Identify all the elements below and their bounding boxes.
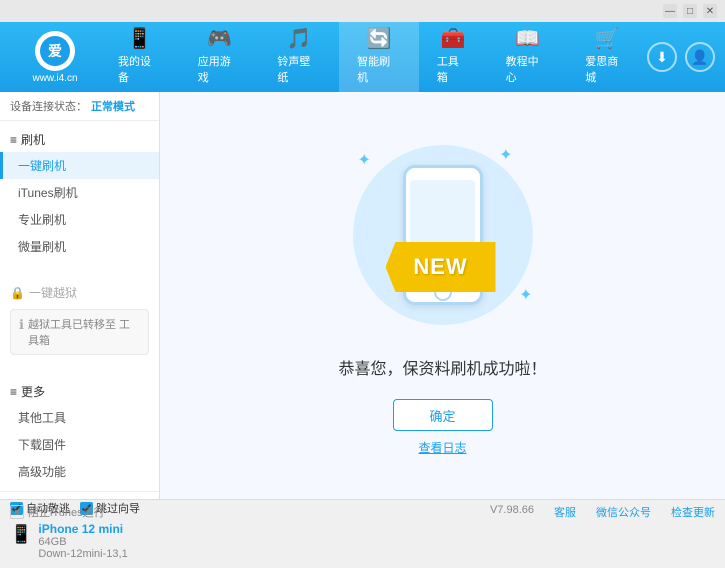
title-bar: — □ ✕ (0, 0, 725, 22)
logo-inner: 爱 (40, 36, 70, 66)
sparkle-3: ✦ (519, 285, 532, 305)
sidebar-item-one-key-flash[interactable]: 一键刷机 (0, 152, 159, 179)
jailbreak-note: ℹ 越狱工具已转移至 工具箱 (10, 309, 149, 355)
nav-tutorial-label: 教程中心 (506, 53, 550, 85)
smart-flash-icon: 🔄 (367, 29, 392, 49)
nav-my-device[interactable]: 📱 我的设备 (100, 22, 180, 92)
more-section-icon: ≡ (10, 385, 17, 399)
footer-left: ■ 阻止iTunes运行 (10, 504, 105, 520)
logo-icon: 爱 (35, 31, 75, 71)
jailbreak-section-header: 🔒 一键越狱 (0, 280, 159, 305)
sidebar-item-pro-flash[interactable]: 专业刷机 (0, 206, 159, 233)
stop-itunes-control[interactable]: ■ 阻止iTunes运行 (10, 504, 105, 520)
stop-itunes-label: 阻止iTunes运行 (28, 504, 105, 520)
close-button[interactable]: ✕ (703, 4, 717, 18)
wechat-link[interactable]: 微信公众号 (596, 504, 651, 520)
device-status-bar: 设备连接状态： 正常模式 (0, 92, 159, 121)
nav-smart-flash-label: 智能刷机 (357, 53, 401, 85)
device-info: 📱 iPhone 12 mini 64GB Down-12mini-13,1 (10, 522, 149, 560)
device-name: iPhone 12 mini (38, 522, 127, 536)
device-model: Down-12mini-13,1 (38, 548, 127, 560)
account-button[interactable]: 👤 (685, 42, 715, 72)
more-section: ≡ 更多 其他工具 下载固件 高级功能 (0, 373, 159, 491)
logo: 爱 www.i4.cn (10, 31, 100, 84)
nav-toolbox[interactable]: 🧰 工具箱 (419, 22, 488, 92)
sidebar-item-other-tools[interactable]: 其他工具 (0, 404, 159, 431)
shop-icon: 🛒 (595, 29, 620, 49)
flash-section-icon: ≡ (10, 133, 17, 147)
lock-icon: 🔒 (10, 286, 25, 300)
flash-section: ≡ 刷机 一键刷机 iTunes刷机 专业刷机 微量刷机 (0, 121, 159, 266)
more-section-header: ≡ 更多 (0, 379, 159, 404)
sidebar-item-itunes-flash[interactable]: iTunes刷机 (0, 179, 159, 206)
history-link[interactable]: 查看日志 (418, 439, 466, 456)
flash-section-header: ≡ 刷机 (0, 127, 159, 152)
device-storage: 64GB (38, 536, 127, 548)
circle-background: NEW (353, 145, 533, 325)
stop-icon: ■ (10, 505, 24, 519)
status-label: 设备连接状态： (10, 98, 87, 114)
nav-app-game-label: 应用游戏 (198, 53, 242, 85)
device-details: iPhone 12 mini 64GB Down-12mini-13,1 (38, 522, 127, 560)
logo-subtext: www.i4.cn (32, 73, 77, 84)
device-phone-icon: 📱 (10, 524, 32, 545)
header-actions: ⬇ 👤 (647, 42, 715, 72)
nav-shop[interactable]: 🛒 爱思商城 (567, 22, 647, 92)
header: 爱 www.i4.cn 📱 我的设备 🎮 应用游戏 🎵 铃声壁纸 🔄 智能刷机 … (0, 22, 725, 92)
sidebar-item-download-firmware[interactable]: 下载固件 (0, 431, 159, 458)
nav-items: 📱 我的设备 🎮 应用游戏 🎵 铃声壁纸 🔄 智能刷机 🧰 工具箱 📖 教程中心… (100, 22, 647, 92)
my-device-icon: 📱 (127, 29, 152, 49)
toolbox-icon: 🧰 (441, 29, 466, 49)
version-label: V7.98.66 (490, 504, 534, 520)
nav-smart-flash[interactable]: 🔄 智能刷机 (339, 22, 419, 92)
sidebar: 设备连接状态： 正常模式 ≡ 刷机 一键刷机 iTunes刷机 专业刷机 微量刷… (0, 92, 160, 499)
nav-toolbox-label: 工具箱 (437, 53, 470, 85)
nav-shop-label: 爱思商城 (585, 53, 629, 85)
nav-ringtone-label: 铃声壁纸 (277, 53, 321, 85)
phone-body: NEW (403, 165, 483, 305)
minimize-button[interactable]: — (663, 4, 677, 18)
maximize-button[interactable]: □ (683, 4, 697, 18)
jailbreak-section: 🔒 一键越狱 ℹ 越狱工具已转移至 工具箱 (0, 274, 159, 365)
status-value: 正常模式 (91, 98, 135, 114)
tutorial-icon: 📖 (515, 29, 540, 49)
download-button[interactable]: ⬇ (647, 42, 677, 72)
nav-ringtone[interactable]: 🎵 铃声壁纸 (259, 22, 339, 92)
sidebar-item-advanced[interactable]: 高级功能 (0, 458, 159, 485)
main-content: NEW ✦ ✦ ✦ 恭喜您，保资料刷机成功啦！ 确定 查看日志 (160, 92, 725, 499)
nav-tutorial[interactable]: 📖 教程中心 (488, 22, 568, 92)
more-section-label: 更多 (21, 383, 45, 400)
check-update-link[interactable]: 检查更新 (671, 504, 715, 520)
main-area: 设备连接状态： 正常模式 ≡ 刷机 一键刷机 iTunes刷机 专业刷机 微量刷… (0, 92, 725, 499)
jailbreak-note-text: 越狱工具已转移至 工具箱 (28, 316, 140, 348)
footer-right: V7.98.66 客服 微信公众号 检查更新 (490, 504, 715, 520)
ringtone-icon: 🎵 (287, 29, 312, 49)
nav-my-device-label: 我的设备 (118, 53, 162, 85)
sparkle-1: ✦ (358, 150, 371, 170)
confirm-button[interactable]: 确定 (393, 399, 493, 431)
success-message: 恭喜您，保资料刷机成功啦！ (338, 355, 546, 379)
phone-illustration: NEW ✦ ✦ ✦ (343, 135, 543, 335)
service-link[interactable]: 客服 (554, 504, 576, 520)
sparkle-2: ✦ (499, 145, 512, 165)
nav-app-game[interactable]: 🎮 应用游戏 (180, 22, 260, 92)
new-badge: NEW (386, 242, 496, 292)
app-game-icon: 🎮 (207, 29, 232, 49)
jailbreak-section-label: 一键越狱 (29, 284, 77, 301)
info-icon: ℹ (19, 317, 24, 333)
sidebar-item-micro-flash[interactable]: 微量刷机 (0, 233, 159, 260)
flash-section-label: 刷机 (21, 131, 45, 148)
